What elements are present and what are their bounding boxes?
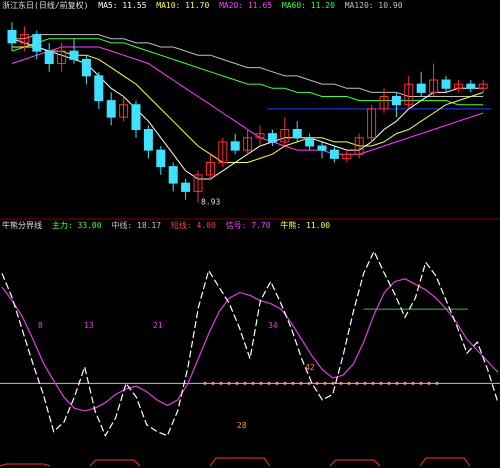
candle-body	[230, 141, 240, 151]
zero-dot	[299, 381, 303, 385]
candle-body	[391, 96, 401, 106]
candle-body	[317, 145, 327, 151]
candle-body	[156, 149, 166, 168]
candle-body	[94, 75, 104, 102]
zero-dot	[403, 381, 407, 385]
bottom-signal-bar	[209, 457, 271, 467]
zero-dot	[203, 381, 207, 385]
fib-marker: 8	[38, 321, 43, 330]
main-price-panel[interactable]: 8.93	[7, 22, 492, 207]
zero-dot	[275, 381, 279, 385]
zero-dot	[419, 381, 423, 385]
zero-dot	[427, 381, 431, 385]
zero-dot	[435, 381, 439, 385]
zero-dot	[347, 381, 351, 385]
candle-body	[305, 137, 315, 147]
zero-dot	[243, 381, 247, 385]
bottom-signal-bar	[329, 459, 381, 467]
zero-dot	[315, 381, 319, 385]
zero-dot	[371, 381, 375, 385]
candle-body	[143, 129, 153, 151]
zero-dot	[307, 381, 311, 385]
candle-body	[44, 50, 54, 64]
candle-body	[292, 129, 302, 139]
low-price-label: 8.93	[201, 198, 220, 207]
zero-dot	[339, 381, 343, 385]
stock-chart[interactable]: 8.93 8 13 21 34 28 42	[0, 0, 500, 468]
indicator-panel[interactable]: 8 13 21 34 28 42	[0, 249, 500, 467]
bottom-signal-bar	[419, 457, 471, 467]
zero-dot	[251, 381, 255, 385]
zero-dot	[379, 381, 383, 385]
candle-body	[466, 83, 476, 89]
candle-body	[69, 50, 79, 60]
candle-body	[441, 79, 451, 89]
candle-body	[106, 100, 116, 118]
zero-dot	[211, 381, 215, 385]
fib-marker: 13	[84, 321, 94, 330]
candle-body	[329, 149, 339, 159]
candle-body	[81, 58, 91, 77]
candle-body	[7, 30, 17, 44]
zero-dot	[219, 381, 223, 385]
zero-dot	[395, 381, 399, 385]
candle-body	[32, 34, 42, 52]
zero-dot	[323, 381, 327, 385]
candle-body	[131, 104, 141, 130]
candle-body	[416, 83, 426, 93]
fib-marker: 21	[153, 321, 163, 330]
oscillator-line	[1, 249, 499, 438]
fib-marker-lower: 28	[237, 421, 247, 430]
fib-marker: 34	[268, 321, 278, 330]
candle-body	[267, 133, 277, 143]
zero-dot	[331, 381, 335, 385]
candle-body	[181, 182, 191, 192]
zero-dot	[291, 381, 295, 385]
bottom-signal-bar	[0, 463, 51, 467]
bottom-signal-bar	[89, 459, 141, 467]
zero-dot	[363, 381, 367, 385]
zero-dot	[411, 381, 415, 385]
zero-dot	[283, 381, 287, 385]
zero-dot	[355, 381, 359, 385]
zero-dot	[267, 381, 271, 385]
zero-dot	[259, 381, 263, 385]
candle-body	[168, 166, 178, 184]
zero-dot	[235, 381, 239, 385]
zero-dot	[227, 381, 231, 385]
zero-dot	[387, 381, 391, 385]
fib-marker-lower: 42	[305, 363, 315, 372]
